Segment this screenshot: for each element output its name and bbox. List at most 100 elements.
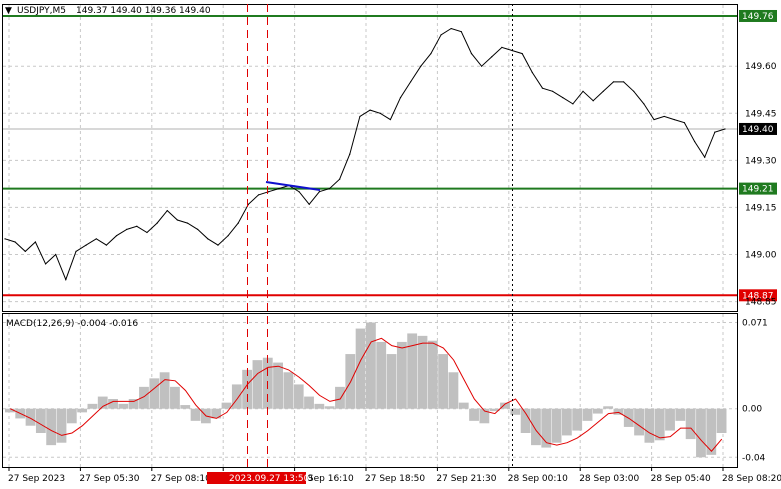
price-point: [673, 118, 675, 121]
chart-menu-icon[interactable]: ▼: [5, 6, 12, 16]
price-point: [136, 225, 138, 227]
price-point: [4, 238, 6, 240]
macd-bar: [56, 408, 67, 443]
macd-bar: [335, 386, 345, 409]
price-point: [430, 53, 432, 55]
time-label: 28 Sep 05:40: [651, 474, 711, 484]
price-point: [389, 118, 391, 121]
price-point: [491, 56, 493, 58]
price-point: [653, 118, 655, 121]
price-point: [176, 219, 178, 221]
price-point: [693, 140, 696, 143]
time-label: 27 Sep 18:50: [365, 474, 425, 484]
macd-bar: [665, 408, 675, 431]
price-point: [14, 241, 16, 243]
price-point: [622, 81, 625, 83]
trading-chart[interactable]: 149.76149.40149.21148.87 ▼ USDJPY,M5 149…: [0, 0, 781, 489]
macd-bar: [35, 408, 46, 433]
macd-bar: [582, 408, 593, 421]
macd-tick-label: -0.04: [742, 453, 766, 463]
price-point: [602, 90, 604, 92]
macd-bar: [572, 408, 583, 431]
macd-bar: [675, 408, 686, 421]
price-point: [633, 90, 635, 92]
price-point: [115, 235, 118, 237]
time-label: 28 Sep 08:20: [722, 474, 781, 484]
price-point: [308, 203, 310, 205]
macd-bar: [180, 405, 191, 409]
price-tick-label: 149.15: [745, 203, 777, 213]
macd-bar: [159, 372, 170, 409]
price-point: [44, 263, 47, 265]
price-point: [399, 96, 402, 99]
macd-bar: [108, 399, 118, 409]
macd-bar: [128, 399, 139, 409]
price-tick-label: 149.60: [745, 62, 777, 72]
macd-bar: [324, 406, 335, 409]
macd-bar: [592, 408, 603, 414]
macd-bar: [304, 396, 314, 409]
price-point: [156, 222, 158, 224]
macd-bar: [366, 322, 376, 409]
price-point: [278, 188, 280, 190]
macd-bar: [531, 408, 541, 446]
price-point: [227, 235, 229, 237]
time-label: 28 Sep 00:10: [508, 474, 568, 484]
price-point: [501, 46, 503, 48]
price-point: [268, 191, 270, 193]
time-label: 27 Sep 08:10: [151, 474, 211, 484]
price-point: [65, 279, 67, 281]
macd-bar: [66, 408, 77, 424]
macd-bar: [283, 372, 294, 409]
price-point: [95, 238, 97, 240]
time-label: 27 Sep 21:30: [436, 474, 496, 484]
price-point: [440, 34, 442, 36]
price-point: [349, 153, 351, 155]
price-point: [217, 244, 219, 246]
price-point: [612, 81, 615, 83]
price-point: [237, 222, 239, 224]
ohlc-values: 149.37 149.40 149.36 149.40: [76, 6, 211, 16]
macd-bar: [654, 408, 665, 441]
macd-bar: [634, 408, 644, 436]
price-point: [481, 65, 483, 67]
macd-bar: [293, 384, 304, 409]
price-panel-frame: [2, 4, 738, 312]
price-point: [24, 250, 26, 252]
price-point: [410, 81, 412, 83]
macd-bar: [696, 408, 706, 458]
price-point: [34, 241, 37, 243]
price-point: [298, 191, 300, 193]
price-point: [328, 188, 331, 190]
price-levels: 149.76149.40149.21148.87: [3, 9, 777, 302]
price-point: [75, 250, 77, 252]
macd-bar: [469, 408, 479, 421]
price-point: [643, 103, 645, 105]
price-point: [683, 122, 686, 124]
macd-bar: [551, 408, 562, 443]
time-label: 27 Sep 2023: [8, 474, 65, 484]
price-point: [460, 31, 462, 33]
macd-bar: [87, 403, 98, 409]
price-point: [562, 96, 564, 99]
price-point: [207, 238, 209, 240]
price-tick-label: 148.85: [745, 298, 777, 308]
macd-bar: [603, 406, 614, 409]
level-price-label: 149.40: [742, 125, 774, 135]
macd-bar: [273, 362, 283, 409]
price-point: [714, 131, 716, 133]
macd-tick-label: 0.071: [742, 319, 768, 329]
time-label: 28 Sep 03:00: [579, 474, 639, 484]
price-tick-label: 149.45: [745, 109, 777, 119]
price-point: [582, 90, 584, 92]
price-point: [592, 100, 594, 102]
price-point: [572, 103, 574, 105]
price-point: [318, 191, 320, 193]
price-point: [186, 222, 189, 224]
price-point: [257, 194, 260, 196]
symbol-label: USDJPY,M5: [17, 6, 66, 16]
price-point: [126, 228, 128, 230]
price-point: [197, 228, 199, 230]
level-price-label: 149.21: [742, 185, 774, 195]
price-point: [704, 156, 706, 158]
